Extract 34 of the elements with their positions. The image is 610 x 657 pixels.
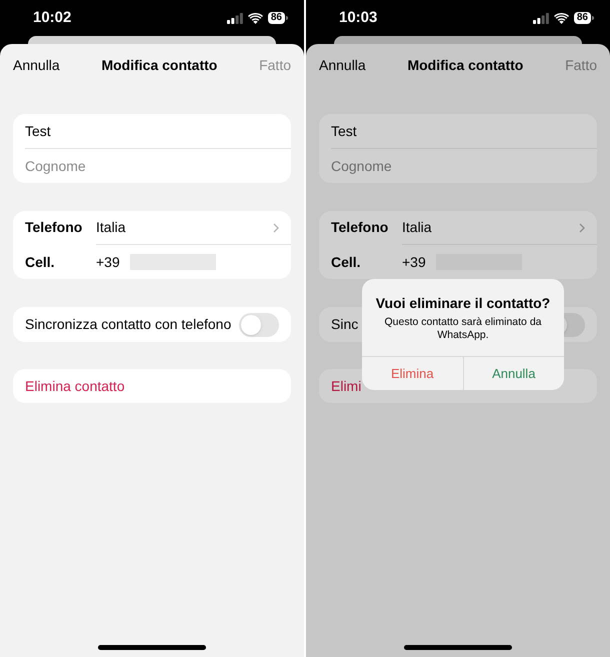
first-name-field[interactable]: Test <box>319 114 597 148</box>
screen-title: Modifica contatto <box>407 56 524 74</box>
battery-level: 86 <box>574 12 591 24</box>
phone-type-label: Cell. <box>25 252 56 272</box>
alert-message: Questo contatto sarà eliminato da WhatsApp. <box>383 316 542 342</box>
country-code: +39 <box>402 252 426 272</box>
cancel-button[interactable]: Annulla <box>319 54 366 76</box>
status-time: 10:03 <box>339 8 378 28</box>
phone-label: Telefono <box>25 218 84 237</box>
delete-contact-button[interactable]: Elimina contatto <box>13 369 291 403</box>
country-code: +39 <box>96 252 120 272</box>
alert-button[interactable]: Annulla <box>464 357 564 390</box>
last-name-field[interactable]: Cognome <box>13 149 291 183</box>
sync-label: Sincronizza contatto con telefono <box>25 315 232 334</box>
alert-title: Vuoi eliminare il contatto? <box>376 294 550 313</box>
first-name-field[interactable]: Test <box>13 114 291 148</box>
wifi-icon <box>248 12 263 24</box>
phone-type-label: Cell. <box>331 252 362 272</box>
country-selector[interactable]: Italia <box>96 217 279 238</box>
chevron-right-icon <box>579 222 585 232</box>
signal-icon <box>226 12 243 24</box>
country-selector[interactable]: Italia <box>402 217 585 238</box>
wifi-icon <box>554 12 569 24</box>
last-name-field[interactable]: Cognome <box>319 149 597 183</box>
phone-label: Telefono <box>331 218 390 237</box>
chevron-right-icon <box>273 222 279 232</box>
sync-label: Sinc <box>331 315 358 334</box>
sync-toggle[interactable] <box>239 312 279 336</box>
status-time: 10:02 <box>33 8 72 28</box>
signal-icon <box>532 12 549 24</box>
battery-level: 86 <box>268 12 285 24</box>
cancel-button[interactable]: Annulla <box>13 54 60 76</box>
screen-title: Modifica contatto <box>101 56 218 74</box>
toggle-knob <box>241 314 261 334</box>
